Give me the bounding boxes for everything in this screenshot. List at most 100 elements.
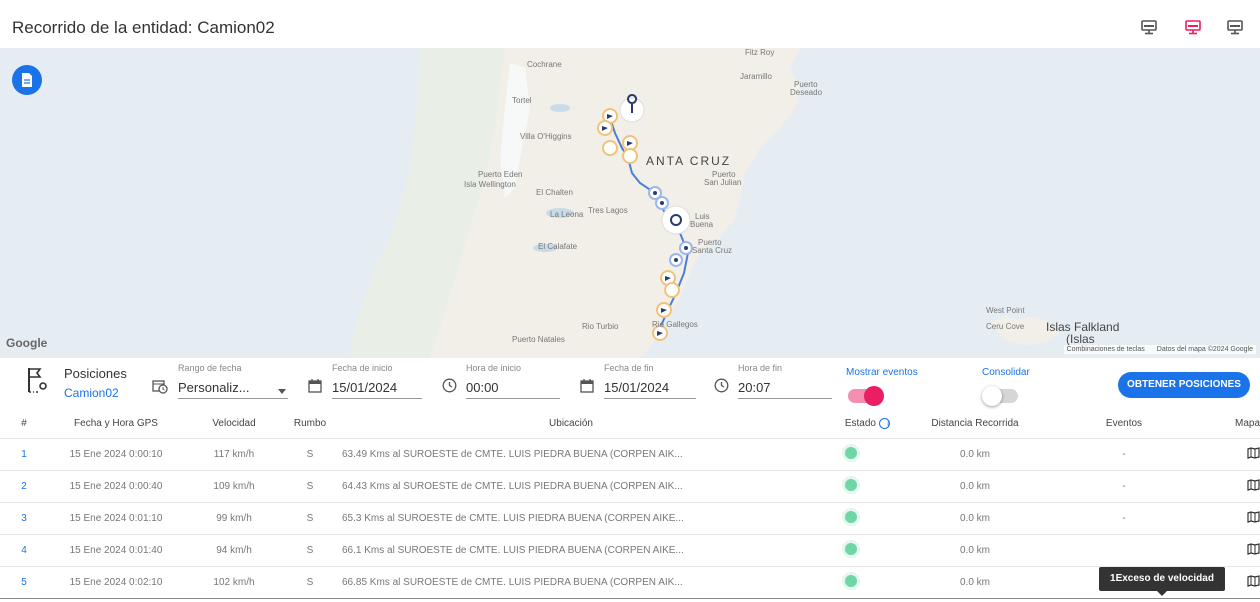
row-datetime: 15 Ene 2024 0:01:40 xyxy=(48,534,184,567)
row-map[interactable] xyxy=(1194,470,1260,503)
row-location: 64.43 Kms al SUROESTE de CMTE. LUIS PIED… xyxy=(336,470,806,503)
status-dot xyxy=(845,510,857,523)
route-flag-icon xyxy=(26,366,50,401)
google-logo: Google xyxy=(6,336,48,350)
row-index[interactable]: 3 xyxy=(0,502,48,535)
map-label-buena: Buena xyxy=(690,220,714,229)
row-status xyxy=(806,470,896,503)
page-title: Recorrido de la entidad: Camion02 xyxy=(12,18,275,37)
calendar-clock-icon xyxy=(152,378,168,399)
consolidate-label: Consolidar xyxy=(982,367,1030,378)
consolidate-toggle[interactable] xyxy=(982,386,1018,406)
col-speed[interactable]: Velocidad xyxy=(184,410,284,439)
row-index[interactable]: 2 xyxy=(0,470,48,503)
row-speed: 117 km/h xyxy=(184,438,284,471)
map-label-rio-gallegos: Rio Gallegos xyxy=(652,320,698,329)
row-distance: 0.0 km xyxy=(896,565,1054,599)
map-icon[interactable] xyxy=(1247,510,1260,523)
row-heading: S xyxy=(284,534,336,567)
col-index: # xyxy=(0,410,48,439)
row-location: 63.49 Kms al SUROESTE de CMTE. LUIS PIED… xyxy=(336,438,806,471)
end-date-label: Fecha de fin xyxy=(604,363,654,373)
table-row[interactable]: 1 15 Ene 2024 0:00:10 117 km/h S 63.49 K… xyxy=(0,438,1260,471)
col-events[interactable]: Eventos xyxy=(1054,410,1194,439)
view-button-2[interactable] xyxy=(1184,18,1202,36)
map-label-isla-wellington: Isla Wellington xyxy=(464,180,516,189)
start-date-label: Fecha de inicio xyxy=(332,363,393,373)
col-datetime[interactable]: Fecha y Hora GPS xyxy=(48,410,184,439)
view-button-3[interactable] xyxy=(1226,18,1244,36)
date-range-select[interactable]: Personaliz... xyxy=(178,380,250,395)
keyboard-shortcuts-link[interactable]: Combinaciones de teclas xyxy=(1067,346,1145,353)
map-icon[interactable] xyxy=(1247,574,1260,587)
row-heading: S xyxy=(284,470,336,503)
row-status xyxy=(806,534,896,567)
row-map[interactable] xyxy=(1194,438,1260,471)
map-label-puerto-natales: Puerto Natales xyxy=(512,335,565,344)
row-location: 65.3 Kms al SUROESTE de CMTE. LUIS PIEDR… xyxy=(336,502,806,535)
map-icon[interactable] xyxy=(1247,446,1260,459)
info-icon[interactable]: i xyxy=(879,418,890,430)
row-location: 66.85 Kms al SUROESTE de CMTE. LUIS PIED… xyxy=(336,565,806,599)
report-button[interactable] xyxy=(12,65,42,95)
get-positions-button[interactable]: OBTENER POSICIONES xyxy=(1118,372,1250,398)
table-row[interactable]: 4 15 Ene 2024 0:01:40 94 km/h S 66.1 Kms… xyxy=(0,534,1260,567)
row-datetime: 15 Ene 2024 0:02:10 xyxy=(48,565,184,599)
end-time-label: Hora de fin xyxy=(738,363,783,373)
map-label-santa-cruz-port: Santa Cruz xyxy=(692,246,733,255)
col-distance[interactable]: Distancia Recorrida xyxy=(896,410,1054,439)
row-status xyxy=(806,438,896,471)
row-speed: 102 km/h xyxy=(184,565,284,599)
start-time-label: Hora de inicio xyxy=(466,363,522,373)
map-label-el-chalten: El Chalten xyxy=(536,188,573,197)
toggle-knob xyxy=(864,386,884,406)
table-header-row: # Fecha y Hora GPS Velocidad Rumbo Ubica… xyxy=(0,410,1260,439)
show-events-toggle[interactable] xyxy=(848,386,884,406)
table-row[interactable]: 3 15 Ene 2024 0:01:10 99 km/h S 65.3 Kms… xyxy=(0,502,1260,535)
row-map[interactable] xyxy=(1194,534,1260,567)
map-label-tortel: Tortel xyxy=(512,96,532,105)
row-speed: 109 km/h xyxy=(184,470,284,503)
end-time-input[interactable]: 20:07 xyxy=(738,380,771,395)
toggle-knob xyxy=(982,386,1002,406)
start-date-input[interactable]: 15/01/2024 xyxy=(332,380,397,395)
col-status[interactable]: Estado i xyxy=(806,410,896,439)
map-icon[interactable] xyxy=(1247,478,1260,491)
col-status-label: Estado xyxy=(844,418,876,430)
clock-icon xyxy=(442,378,457,398)
route-map[interactable]: Cochrane Fitz Roy Jaramillo Puerto Desea… xyxy=(0,48,1260,358)
map-label-deseado: Deseado xyxy=(790,88,823,97)
map-label-islas: (Islas xyxy=(1066,332,1095,346)
table-row[interactable]: 2 15 Ene 2024 0:00:40 109 km/h S 64.43 K… xyxy=(0,470,1260,503)
positions-title: Posiciones xyxy=(64,366,127,381)
map-label-la-leona: La Leona xyxy=(550,210,584,219)
end-date-underline xyxy=(604,398,696,399)
row-distance: 0.0 km xyxy=(896,438,1054,471)
row-speed: 94 km/h xyxy=(184,534,284,567)
status-dot xyxy=(845,478,857,491)
page-header: Recorrido de la entidad: Camion02 xyxy=(0,0,1260,48)
monitor-icon xyxy=(1227,20,1243,35)
row-map[interactable] xyxy=(1194,502,1260,535)
show-events-label: Mostrar eventos xyxy=(846,367,918,378)
monitor-icon xyxy=(1141,20,1157,35)
row-index[interactable]: 5 xyxy=(0,565,48,599)
start-time-input[interactable]: 00:00 xyxy=(466,380,499,395)
row-events xyxy=(1054,534,1194,567)
row-index[interactable]: 4 xyxy=(0,534,48,567)
col-heading[interactable]: Rumbo xyxy=(284,410,336,439)
map-label-ceru-cove: Ceru Cove xyxy=(986,322,1025,331)
monitor-icon xyxy=(1185,20,1201,35)
col-location[interactable]: Ubicación xyxy=(336,410,806,439)
end-date-input[interactable]: 15/01/2024 xyxy=(604,380,669,395)
map-icon[interactable] xyxy=(1247,542,1260,555)
entity-link[interactable]: Camion02 xyxy=(64,386,119,400)
row-events: - xyxy=(1054,470,1194,503)
view-button-1[interactable] xyxy=(1140,18,1158,36)
event-tooltip: 1Exceso de velocidad xyxy=(1099,567,1225,596)
row-index[interactable]: 1 xyxy=(0,438,48,471)
table-row[interactable]: 5 15 Ene 2024 0:02:10 102 km/h S 66.85 K… xyxy=(0,565,1260,599)
calendar-icon xyxy=(308,378,322,398)
date-range-underline xyxy=(178,398,288,399)
map-label-villa-ohiggins: Villa O'Higgins xyxy=(520,132,572,141)
